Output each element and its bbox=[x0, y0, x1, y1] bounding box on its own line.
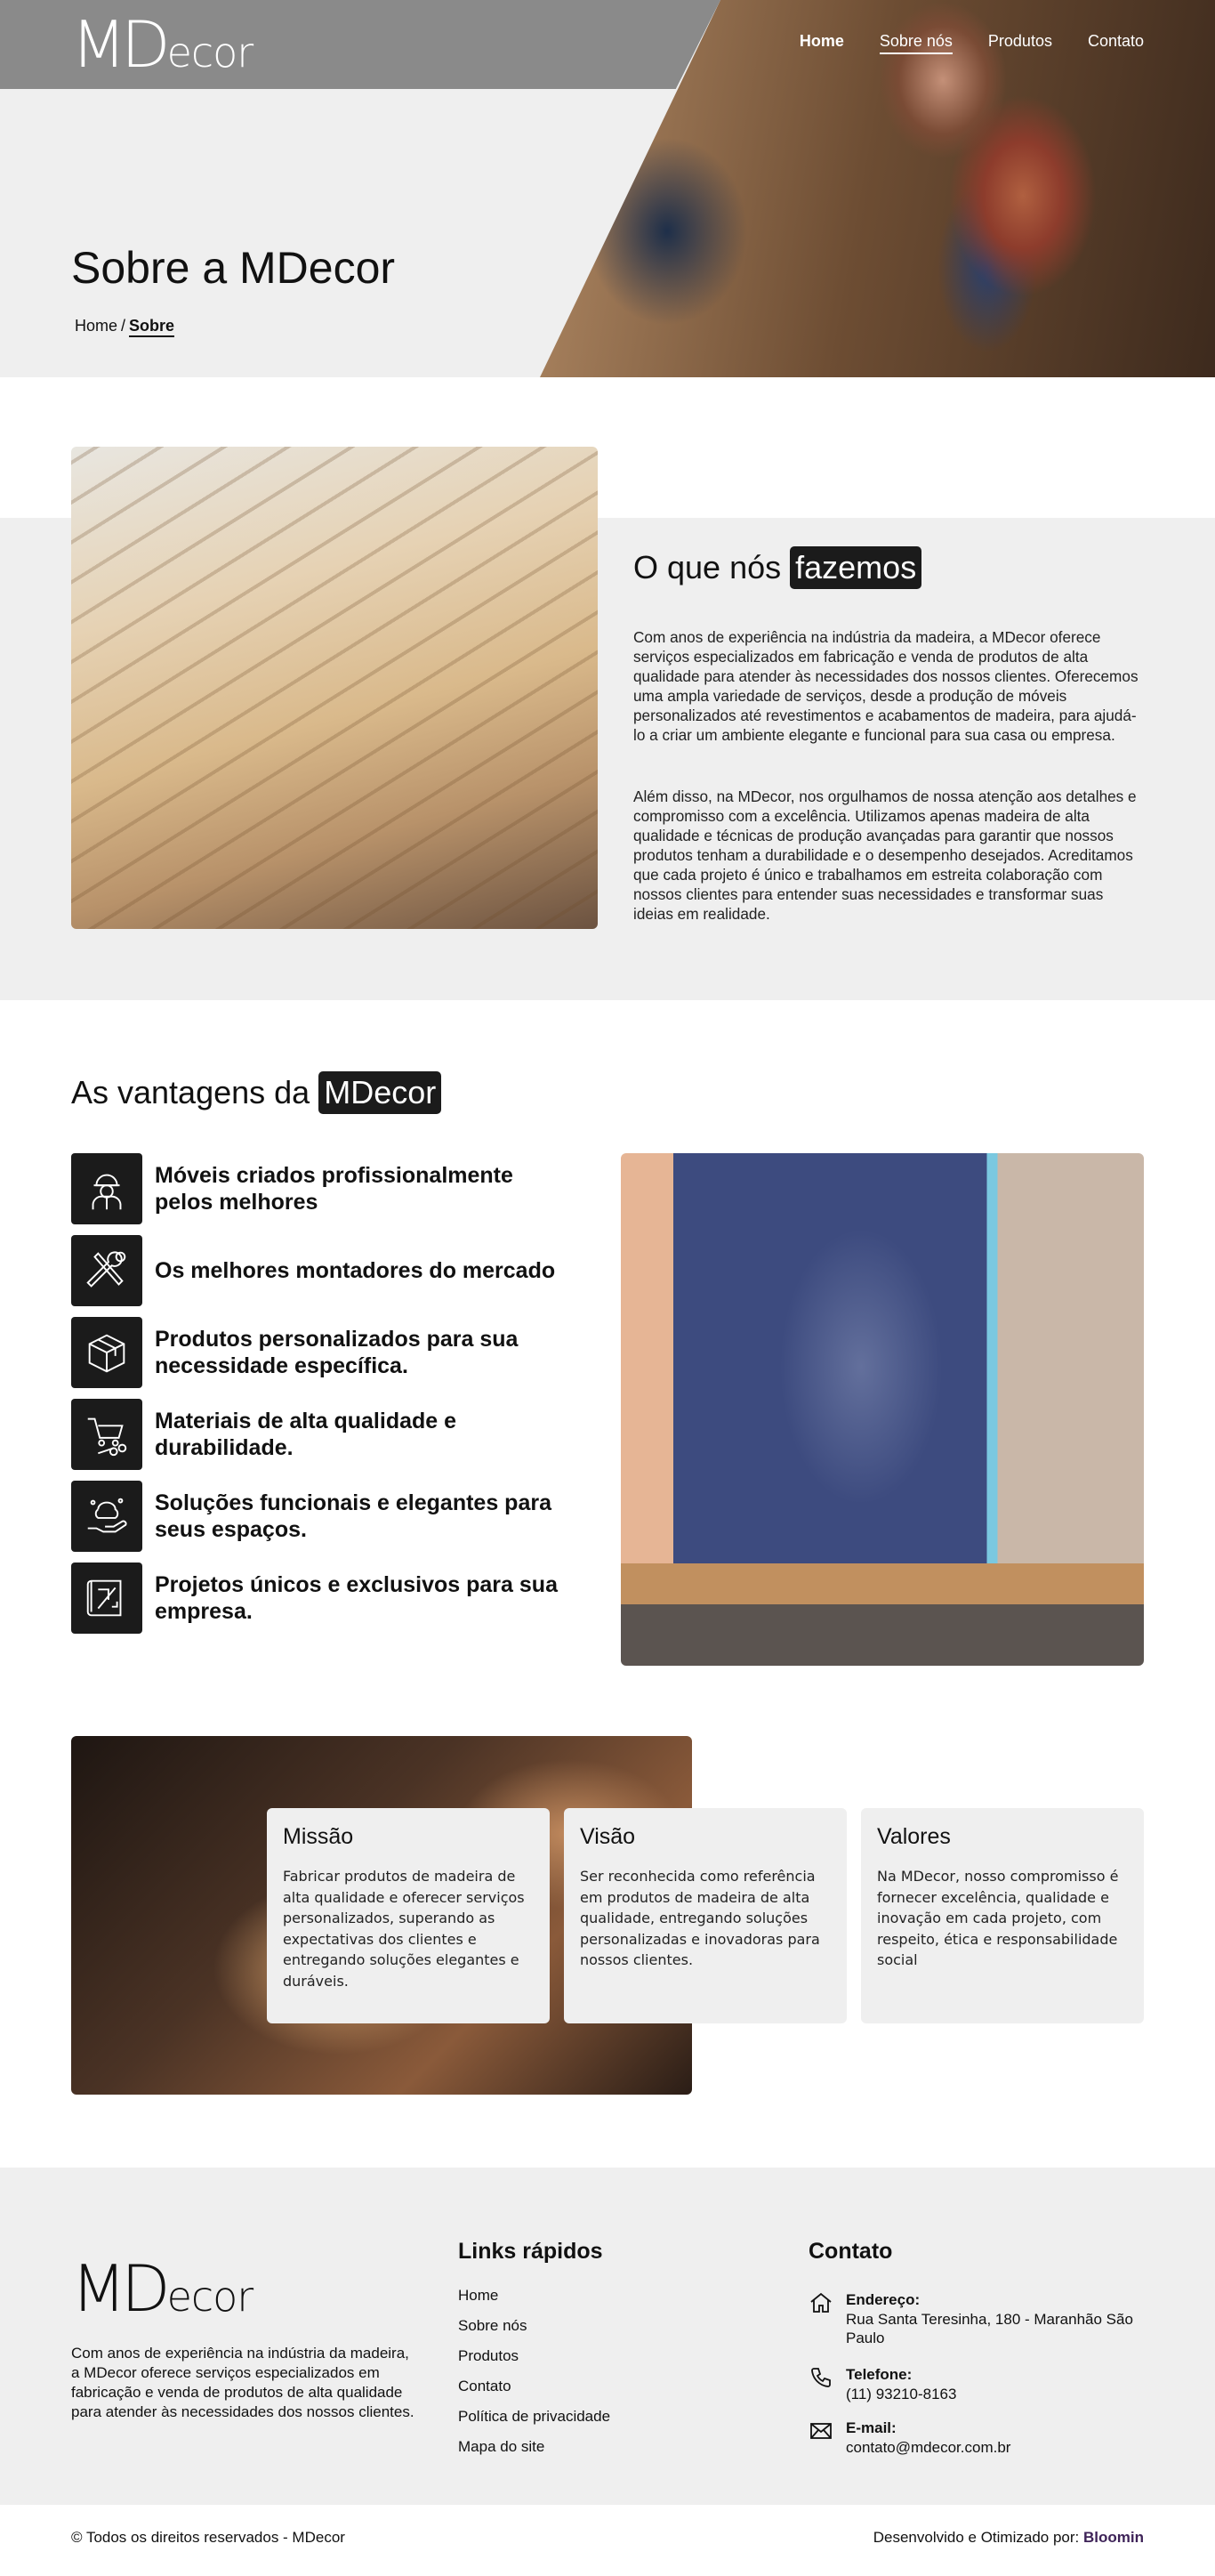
footer-link-privacidade[interactable]: Política de privacidade bbox=[458, 2408, 610, 2425]
advantage-label: Projetos únicos e exclusivos para sua em… bbox=[155, 1572, 558, 1624]
sanding-wood-photo bbox=[621, 1153, 1144, 1666]
phone-label: Telefone: bbox=[846, 2366, 913, 2383]
advantage-label: Produtos personalizados para sua necessi… bbox=[155, 1327, 519, 1378]
logo-md: MD bbox=[71, 7, 171, 82]
phone-icon bbox=[811, 2368, 831, 2387]
values-card: Valores Na MDecor, nosso compromisso é f… bbox=[861, 1808, 1144, 2023]
breadcrumb-home[interactable]: Home bbox=[75, 317, 117, 337]
phone-value[interactable]: (11) 93210-8163 bbox=[846, 2385, 1148, 2403]
advantages-title-tag: MDecor bbox=[318, 1071, 442, 1114]
vision-text: Ser reconhecida como referência em produ… bbox=[580, 1868, 820, 1968]
advantage-label: Materiais de alta qualidade e durabilida… bbox=[155, 1409, 457, 1460]
nav-home[interactable]: Home bbox=[800, 32, 844, 54]
advantages-title-plain: As vantagens da bbox=[71, 1074, 310, 1110]
copyright: © Todos os direitos reservados - MDecor bbox=[71, 2529, 345, 2546]
credit-brand-link[interactable]: Bloomin bbox=[1083, 2529, 1144, 2546]
advantages-list: Móveis criados profissionalmente pelos m… bbox=[71, 1153, 569, 1644]
advantages-title: As vantagens da MDecor bbox=[71, 1071, 442, 1114]
footer-link-mapa[interactable]: Mapa do site bbox=[458, 2438, 544, 2455]
mission-card: Missão Fabricar produtos de madeira de a… bbox=[267, 1808, 550, 2023]
email-value[interactable]: contato@mdecor.com.br bbox=[846, 2438, 1148, 2457]
footer-link-home[interactable]: Home bbox=[458, 2287, 498, 2304]
logo-ecor: ecor bbox=[166, 2273, 254, 2321]
logo-md: MD bbox=[71, 2251, 171, 2326]
hero-section: MD ecor Home Sobre nós Produtos Contato … bbox=[0, 0, 1215, 377]
advantage-item: Materiais de alta qualidade e durabilida… bbox=[71, 1399, 569, 1470]
mission-text: Fabricar produtos de madeira de alta qua… bbox=[283, 1868, 525, 1990]
page-title: Sobre a MDecor bbox=[71, 243, 396, 293]
breadcrumb: Home / Sobre bbox=[75, 317, 175, 337]
footer-link-contato[interactable]: Contato bbox=[458, 2378, 511, 2394]
hand-sparkle-icon bbox=[71, 1481, 142, 1552]
footer-links-title: Links rápidos bbox=[458, 2239, 603, 2264]
whatwedo-paragraph-1: Com anos de experiência na indústria da … bbox=[633, 628, 1139, 744]
main-nav: Home Sobre nós Produtos Contato bbox=[800, 32, 1144, 54]
advantage-item: Móveis criados profissionalmente pelos m… bbox=[71, 1153, 569, 1224]
whatwedo-paragraph-2: Além disso, na MDecor, nos orgulhamos de… bbox=[633, 787, 1137, 923]
contact-email: E-mail: contato@mdecor.com.br bbox=[809, 2419, 1148, 2457]
advantage-label: Móveis criados profissionalmente pelos m… bbox=[155, 1163, 513, 1215]
advantage-item: Projetos únicos e exclusivos para sua em… bbox=[71, 1563, 569, 1634]
credit-text: Desenvolvido e Otimizado por: bbox=[873, 2529, 1080, 2546]
whatwedo-title-plain: O que nós bbox=[633, 549, 782, 585]
footer: MD ecor Com anos de experiência na indús… bbox=[0, 2168, 1215, 2505]
values-text: Na MDecor, nosso compromisso é fornecer … bbox=[877, 1868, 1119, 1968]
address-value: Rua Santa Teresinha, 180 - Maranhão São … bbox=[846, 2311, 1133, 2346]
developer-credit: Desenvolvido e Otimizado por: Bloomin bbox=[873, 2529, 1144, 2547]
worker-helmet-icon bbox=[71, 1153, 142, 1224]
nav-produtos[interactable]: Produtos bbox=[988, 32, 1052, 54]
vision-card: Visão Ser reconhecida como referência em… bbox=[564, 1808, 847, 2023]
wood-planks-photo bbox=[71, 447, 598, 929]
footer-about: Com anos de experiência na indústria da … bbox=[71, 2345, 414, 2420]
breadcrumb-separator: / bbox=[121, 317, 126, 335]
advantage-label: Os melhores montadores do mercado bbox=[155, 1258, 556, 1283]
footer-link-sobre[interactable]: Sobre nós bbox=[458, 2317, 527, 2334]
email-label: E-mail: bbox=[846, 2419, 897, 2436]
mission-title: Missão bbox=[283, 1824, 354, 1849]
contact-address: Endereço: Rua Santa Teresinha, 180 - Mar… bbox=[809, 2290, 1148, 2347]
footer-link-produtos[interactable]: Produtos bbox=[458, 2347, 519, 2364]
nav-contato[interactable]: Contato bbox=[1088, 32, 1144, 54]
breadcrumb-current: Sobre bbox=[129, 317, 175, 337]
mail-icon bbox=[810, 2423, 832, 2439]
whatwedo-title-tag: fazemos bbox=[790, 546, 922, 589]
home-icon bbox=[810, 2292, 832, 2313]
advantage-label: Soluções funcionais e elegantes para seu… bbox=[155, 1490, 551, 1542]
logo-ecor: ecor bbox=[166, 28, 254, 77]
blueprint-icon bbox=[71, 1563, 142, 1634]
package-box-icon bbox=[71, 1317, 142, 1388]
cart-logs-icon bbox=[71, 1399, 142, 1470]
vision-title: Visão bbox=[580, 1824, 636, 1849]
whatwedo-title: O que nós fazemos bbox=[633, 546, 922, 589]
values-title: Valores bbox=[877, 1824, 951, 1849]
footer-links: Home Sobre nós Produtos Contato Política… bbox=[458, 2287, 610, 2468]
header-logo[interactable]: MD ecor bbox=[71, 12, 253, 77]
contact-phone: Telefone: (11) 93210-8163 bbox=[809, 2365, 1148, 2403]
nav-sobre[interactable]: Sobre nós bbox=[879, 32, 953, 54]
advantage-item: Produtos personalizados para sua necessi… bbox=[71, 1317, 569, 1388]
tools-icon bbox=[71, 1235, 142, 1306]
footer-logo[interactable]: MD ecor bbox=[71, 2257, 253, 2321]
footer-contact-title: Contato bbox=[809, 2239, 893, 2264]
advantage-item: Soluções funcionais e elegantes para seu… bbox=[71, 1481, 569, 1552]
advantage-item: Os melhores montadores do mercado bbox=[71, 1235, 569, 1306]
address-label: Endereço: bbox=[846, 2291, 921, 2308]
